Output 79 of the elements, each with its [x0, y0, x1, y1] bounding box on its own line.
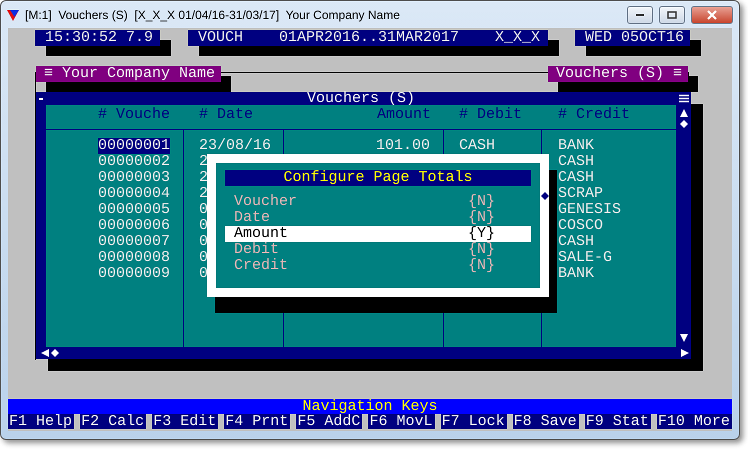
option-value: {N}: [468, 210, 495, 226]
credit-cell: CASH: [558, 154, 594, 170]
date-cell: 0: [199, 218, 208, 234]
table-title: Vouchers (S): [306, 92, 416, 105]
minimize-icon: [635, 12, 645, 16]
horizontal-thumb-icon: [51, 349, 59, 357]
date-cell: 0: [199, 202, 208, 218]
credit-cell: COSCO: [558, 218, 604, 234]
scroll-down-icon[interactable]: [678, 333, 688, 343]
function-key-button[interactable]: F10 More: [656, 414, 732, 429]
voucher-cell[interactable]: 00000001: [98, 138, 170, 154]
date-cell: 23/08/16: [199, 138, 272, 154]
amount-cell: 101.00: [376, 138, 430, 154]
voucher-cell[interactable]: 00000006: [98, 218, 170, 234]
scroll-up-icon[interactable]: [678, 108, 688, 118]
voucher-cell[interactable]: 00000004: [98, 186, 170, 202]
voucher-cell[interactable]: 00000007: [98, 234, 170, 250]
maximize-icon: [667, 10, 677, 18]
function-key-button[interactable]: F3 Edit: [152, 414, 218, 429]
credit-cell: CASH: [558, 170, 594, 186]
option-item[interactable]: Amount {Y}: [225, 226, 531, 242]
voucher-cell[interactable]: 00000005: [98, 202, 170, 218]
option-value: {Y}: [468, 226, 495, 242]
option-label: Credit: [234, 258, 288, 274]
close-button[interactable]: [691, 6, 733, 24]
credit-cell: BANK: [558, 138, 594, 154]
option-label: Voucher: [234, 194, 298, 210]
list-marker-icon: [541, 192, 549, 200]
column-header: Amount: [376, 107, 432, 125]
option-value: {N}: [468, 258, 495, 274]
close-icon: [707, 10, 717, 20]
voucher-cell[interactable]: 00000009: [98, 266, 170, 282]
scroll-right-icon[interactable]: [680, 348, 690, 358]
navigation-keys-title: Navigation Keys: [8, 399, 732, 414]
voucher-cell[interactable]: 00000002: [98, 154, 170, 170]
credit-cell: GENESIS: [558, 202, 622, 218]
credit-cell: SCRAP: [558, 186, 604, 202]
voucher-cell[interactable]: 00000003: [98, 170, 170, 186]
debit-cell: CASH: [459, 138, 496, 154]
scroll-left-icon[interactable]: [40, 348, 50, 358]
column-header: # Credit: [557, 107, 632, 125]
function-key-button[interactable]: F7 Lock: [440, 414, 507, 429]
credit-cell: CASH: [558, 234, 594, 250]
function-key-button[interactable]: F6 MovL: [368, 414, 435, 429]
option-label: Date: [234, 210, 270, 226]
function-key-button[interactable]: F8 Save: [512, 414, 579, 429]
function-key-button[interactable]: F2 Calc: [80, 414, 146, 429]
date-cell: 0: [199, 234, 208, 250]
column-header: # Vouche: [97, 107, 172, 125]
function-key-button[interactable]: F9 Stat: [584, 414, 651, 429]
column-header: # Debit: [458, 107, 524, 125]
maximize-button[interactable]: [659, 6, 685, 24]
status-field: WED 05OCT16: [575, 30, 690, 46]
voucher-cell[interactable]: 00000008: [98, 250, 170, 266]
column-header: # Date: [198, 107, 254, 125]
date-cell: 2: [199, 186, 208, 202]
credit-cell: BANK: [558, 266, 594, 282]
function-key-button[interactable]: F5 AddC: [296, 414, 362, 429]
option-label: Debit: [234, 242, 280, 258]
company-title-bar: ≡ Your Company Name: [36, 66, 222, 82]
date-cell: 2: [199, 170, 208, 186]
status-field: 15:30:52 7.9: [35, 30, 160, 46]
app-logo-icon: [7, 8, 19, 20]
credit-cell: SALE-G: [558, 250, 612, 266]
function-key-button[interactable]: F1 Help: [8, 414, 74, 429]
option-value: {N}: [468, 194, 495, 210]
minimize-button[interactable]: [627, 6, 653, 24]
date-cell: 0: [199, 266, 208, 282]
window-title: [M:1] Vouchers (S) [X_X_X 01/04/16-31/03/17] Your Company Name: [25, 8, 401, 22]
screen-title-bar: Vouchers (S) ≡: [548, 66, 688, 82]
status-field: VOUCH 01APR2016..31MAR2017 X_X_X: [188, 30, 548, 46]
function-key-button[interactable]: F4 Prnt: [224, 414, 290, 429]
option-value: {N}: [468, 242, 495, 258]
option-label: Amount: [234, 226, 288, 242]
date-cell: 0: [199, 250, 208, 266]
menu-icon[interactable]: [679, 94, 689, 103]
date-cell: 2: [199, 154, 208, 170]
scroll-thumb-icon: [680, 120, 688, 128]
dialog-title: Configure Page Totals: [225, 170, 531, 186]
